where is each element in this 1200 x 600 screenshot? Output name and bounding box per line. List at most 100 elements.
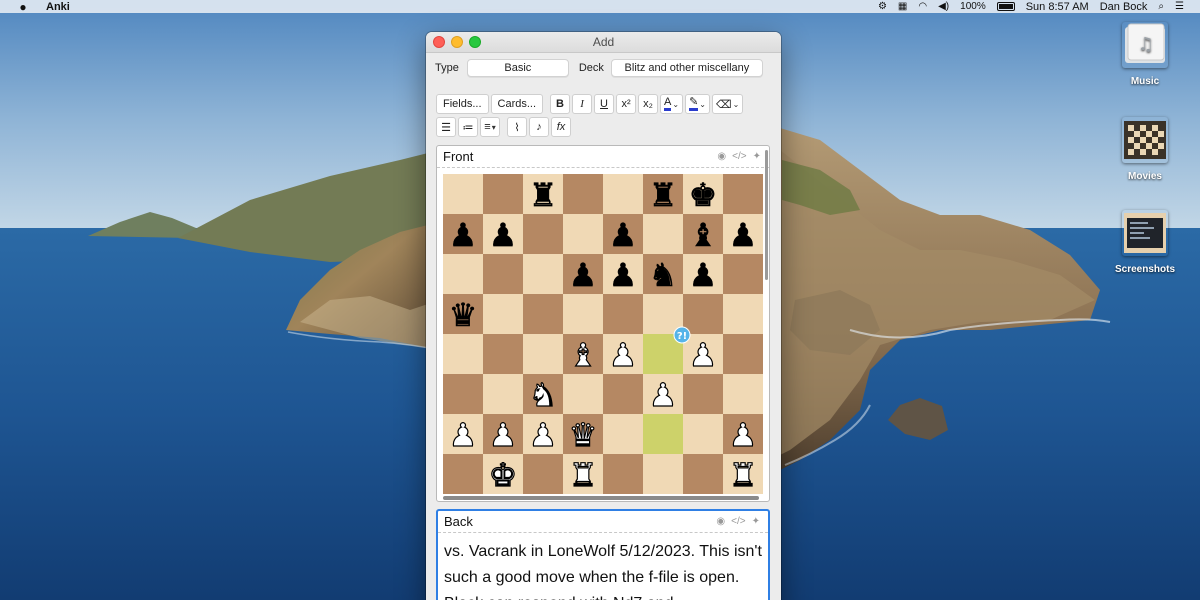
align-icon: ≡ [484,121,491,133]
script-icon[interactable]: ⚙ [878,1,887,12]
apple-icon[interactable]: ● [16,0,30,14]
clock[interactable]: Sun 8:57 AM [1026,1,1089,13]
html-editor-icon[interactable]: </> [731,516,745,527]
attach-button[interactable]: ⌇ [507,117,527,137]
subscript-button[interactable]: x₂ [638,94,659,114]
desktop-icon-movies[interactable]: Movies [1110,117,1180,182]
black-pawn-e6: ♟ [609,256,638,294]
board-square-e3 [603,374,643,414]
html-editor-icon[interactable]: </> [732,151,746,162]
editor-toolbar-row-1: Fields... Cards... B I U x² x₂ A ⌄ ✎ ⌄ ⌫… [436,94,744,114]
white-pawn-h2: ♟ [729,416,758,454]
eye-icon[interactable]: ◉ [717,151,726,162]
black-rook-c8: ♜ [529,176,558,214]
control-center-icon[interactable]: ☰ [1175,1,1184,12]
board-square-h5 [723,294,763,334]
board-square-a8 [443,174,483,214]
clear-formatting-button[interactable]: ⌫ ⌄ [712,94,744,114]
cards-button[interactable]: Cards... [490,94,544,114]
board-square-e8 [603,174,643,214]
eye-icon[interactable]: ◉ [716,516,725,527]
back-field-text[interactable]: vs. Vacrank in LoneWolf 5/12/2023. This … [438,533,768,600]
board-square-d3 [563,374,603,414]
board-square-h4 [723,334,763,374]
pin-icon[interactable]: ✦ [752,516,760,527]
menu-bar: ● Anki ⚙ ▦ ◠ ◀) 100% Sun 8:57 AM Dan Boc… [0,0,1200,14]
volume-icon[interactable]: ◀) [938,1,949,12]
text-color-button[interactable]: A ⌄ [660,94,684,114]
board-square-c4 [523,334,563,374]
white-king-b1: ♚ [489,456,518,494]
editor-toolbar-row-2: ☰ ≔ ≡ ▾ ⌇ ♪ fx [436,117,571,137]
bullet-list-icon: ☰ [441,121,451,134]
superscript-button[interactable]: x² [616,94,637,114]
svg-text:♫: ♫ [1138,34,1154,55]
function-icon: fx [556,121,566,133]
board-square-g1 [683,454,723,494]
search-icon[interactable]: ⌕ [1158,1,1164,12]
unordered-list-button[interactable]: ☰ [436,117,456,137]
pin-icon[interactable]: ✦ [753,151,761,162]
board-square-e1 [603,454,643,494]
board-square-g2 [683,414,723,454]
desktop-icon-music[interactable]: ♫ Music [1110,22,1180,87]
back-field[interactable]: Back ◉ </> ✦ vs. Vacrank in LoneWolf 5/1… [436,509,770,600]
mathjax-button[interactable]: fx [551,117,571,137]
white-pawn-c2: ♟ [529,416,558,454]
front-field[interactable]: Front ◉ </> ✦ ♜ ♜ ♚ ♟ ♟ ♟ ♝ ♟ ♟ ♟ ♞ ♟ ♛ ♝ ♟ ♟ ♞ ♟ ♟ ♟ ♟ ♛ ♟ ♚ ♜ ♜… [436,145,770,502]
italic-button[interactable]: I [572,94,593,114]
board-square-b4 [483,334,523,374]
white-knight-c3: ♞ [529,376,558,414]
fields-button[interactable]: Fields... [436,94,489,114]
alignment-button[interactable]: ≡ ▾ [480,117,500,137]
app-menu-name[interactable]: Anki [46,1,70,13]
vertical-scrollbar[interactable] [765,150,768,280]
black-knight-f6: ♞ [649,256,678,294]
ordered-list-button[interactable]: ≔ [458,117,478,137]
battery-status-icon[interactable]: ▦ [898,1,907,12]
board-square-b6 [483,254,523,294]
board-square-b3 [483,374,523,414]
board-square-d7 [563,214,603,254]
chevron-down-icon: ⌄ [699,99,706,109]
type-label: Type [435,62,459,74]
record-audio-button[interactable]: ♪ [529,117,549,137]
desktop-icon-screenshots[interactable]: Screenshots [1110,210,1180,275]
board-square-e2 [603,414,643,454]
white-pawn-b2: ♟ [489,416,518,454]
board-square-c7 [523,214,563,254]
board-square-b5 [483,294,523,334]
board-square-f7 [643,214,683,254]
board-square-d8 [563,174,603,214]
front-field-label: Front [443,149,474,164]
battery-icon[interactable] [996,2,1015,11]
front-field-header: Front ◉ </> ✦ [437,146,769,168]
highlighter-icon: ✎ [689,97,699,111]
deck-selector[interactable]: Blitz and other miscellany [610,59,763,77]
white-queen-d2: ♛ [569,416,598,454]
board-square-b8 [483,174,523,214]
board-square-g3 [683,374,723,414]
highlight-color-button[interactable]: ✎ ⌄ [685,94,710,114]
black-pawn-e7: ♟ [609,216,638,254]
underline-button[interactable]: U [594,94,615,114]
battery-percent[interactable]: 100% [960,1,986,12]
board-square-a1 [443,454,483,494]
screenshots-folder-icon [1124,213,1166,253]
board-square-a4 [443,334,483,374]
add-window: Add Type Basic Deck Blitz and other misc… [426,32,781,600]
note-type-selector[interactable]: Basic [466,59,569,77]
chevron-down-icon: ⌄ [672,99,680,109]
board-square-a6 [443,254,483,294]
text-color-icon: A [664,97,672,111]
black-pawn-b7: ♟ [489,216,518,254]
bold-button[interactable]: B [550,94,571,114]
window-titlebar[interactable]: Add [426,32,781,53]
wifi-icon[interactable]: ◠ [918,1,927,12]
microphone-icon: ♪ [536,121,542,133]
deck-label: Deck [578,62,604,74]
menu-bar-status-area: ⚙ ▦ ◠ ◀) 100% Sun 8:57 AM Dan Bock ⌕ ☰ [878,1,1200,13]
user-name[interactable]: Dan Bock [1100,1,1148,13]
board-square-c6 [523,254,563,294]
horizontal-scrollbar[interactable] [443,496,759,500]
